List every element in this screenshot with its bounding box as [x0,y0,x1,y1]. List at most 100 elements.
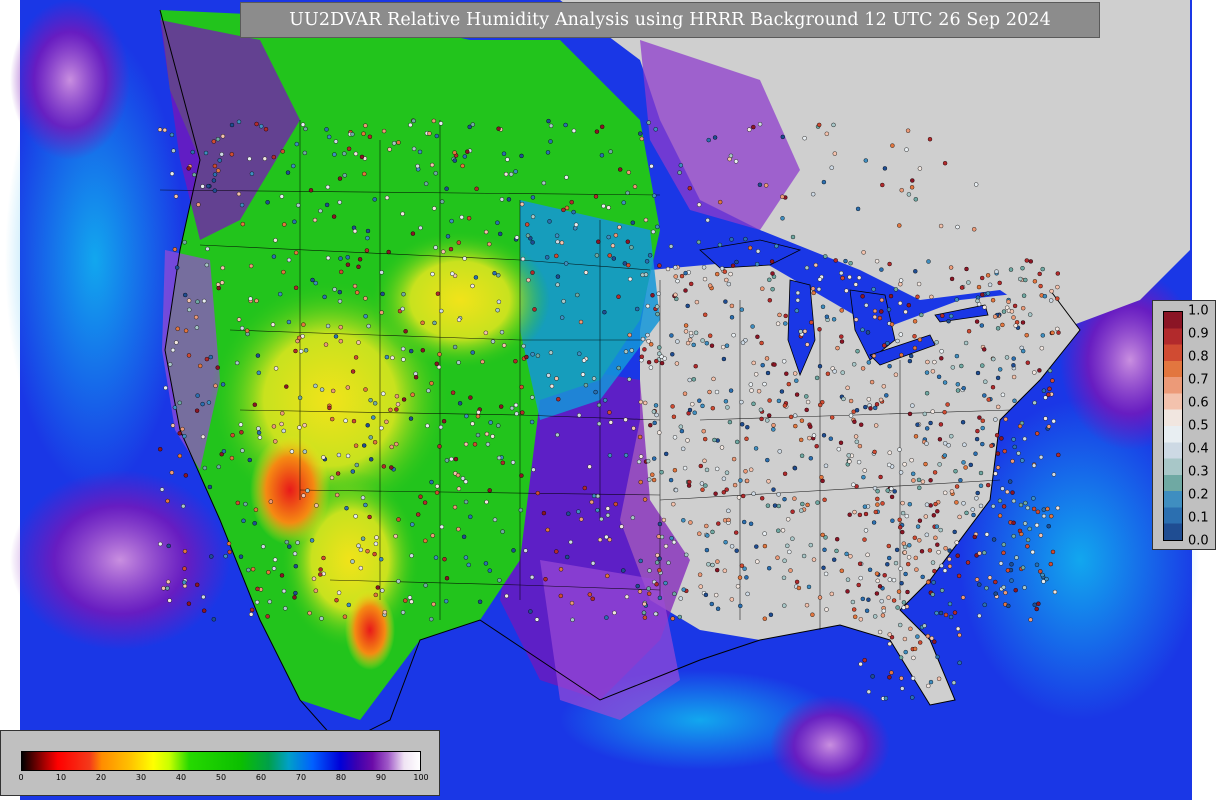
observation-dot [975,490,980,496]
observation-dot [548,139,553,144]
observation-dot [623,417,628,422]
observation-dot [455,473,461,478]
observation-dot [954,500,959,505]
observation-dot [703,436,708,442]
observation-dot [1001,542,1006,547]
observation-dot [690,402,695,407]
observation-dot [440,199,445,204]
observation-dot [901,605,906,610]
observation-dot [209,554,214,559]
observation-dot [597,421,602,426]
observation-dot [193,315,199,320]
observation-dot [742,519,747,525]
observation-dot [906,561,911,567]
observation-dot [765,370,771,376]
observation-dot [862,468,867,473]
observation-dot [352,283,358,289]
observation-dot [940,588,945,593]
observation-dot [942,380,948,385]
observation-dot [525,222,530,227]
observation-dot [669,536,674,541]
observation-dot [208,354,214,360]
observation-dot [782,403,788,408]
observation-dot [727,156,732,162]
observation-dot [186,166,191,171]
observation-dot [873,509,878,515]
observation-dot [265,200,270,205]
observation-dot [415,163,420,169]
observation-dot [848,554,853,559]
observation-dot [794,392,800,397]
observation-dot [726,281,731,287]
observation-dot [834,548,839,554]
observation-dot [890,518,895,523]
observation-dot [853,614,858,619]
observation-dot [936,676,942,681]
observation-dot [577,413,582,418]
observation-dot [574,222,579,227]
observation-dot [393,534,398,539]
observation-dot [854,439,859,444]
observation-dot [243,501,248,507]
observation-dot [848,413,854,418]
observation-dot [1022,585,1027,590]
observation-dot [854,317,859,322]
observation-dot [462,256,467,261]
observation-dot [364,248,370,253]
observation-dot [605,573,610,579]
observation-dot [899,581,904,586]
observation-dot [213,383,218,388]
observation-dot [707,389,712,395]
observation-dot [177,453,183,459]
observation-dot [924,391,930,396]
observation-dot [645,332,650,338]
observation-dot [835,345,840,351]
observation-dot [739,307,744,312]
observation-dot [673,265,678,270]
observation-dot [301,322,306,327]
observation-dot [313,280,318,286]
observation-dot [483,561,489,566]
observation-dot [947,548,952,553]
observation-dot [219,280,225,285]
observation-dot [977,551,982,556]
observation-dot [818,402,823,408]
observation-dot [934,524,940,529]
observation-dot [661,517,667,523]
observation-dot [722,269,727,274]
observation-dot [917,538,922,543]
observation-dot [943,612,949,618]
observation-dot [739,399,744,405]
observation-dot [456,486,462,491]
observation-dot [845,385,850,390]
observation-dot [780,528,786,533]
observation-dot [666,560,671,565]
observation-dot [698,584,703,589]
analysis-colorbar: 0 10 20 30 40 50 60 70 80 90 100 [0,730,440,796]
observation-dot [319,387,325,392]
analysis-colorbar-tick: 50 [215,773,227,782]
observation-dot [643,400,648,406]
observation-dot [971,512,976,518]
observation-dot [1006,299,1011,304]
observation-dot [473,275,479,280]
observation-dot [975,428,980,434]
observation-dot [654,358,659,364]
observation-dot [353,151,358,157]
observation-dot [570,617,575,622]
observation-dot [509,172,514,177]
observation-dot [805,502,810,508]
observation-dot [331,214,337,219]
observation-dot [337,200,342,205]
observation-dot [751,491,756,496]
observation-dot [724,487,729,492]
observation-dot [618,167,623,172]
observation-dot [444,186,449,191]
observation-dot [444,576,450,581]
observation-dot [159,487,165,492]
observation-dot [593,194,599,199]
observation-dot [892,489,897,494]
observation-dot [616,365,621,371]
observation-dot [638,399,643,405]
observation-dot [755,559,760,564]
